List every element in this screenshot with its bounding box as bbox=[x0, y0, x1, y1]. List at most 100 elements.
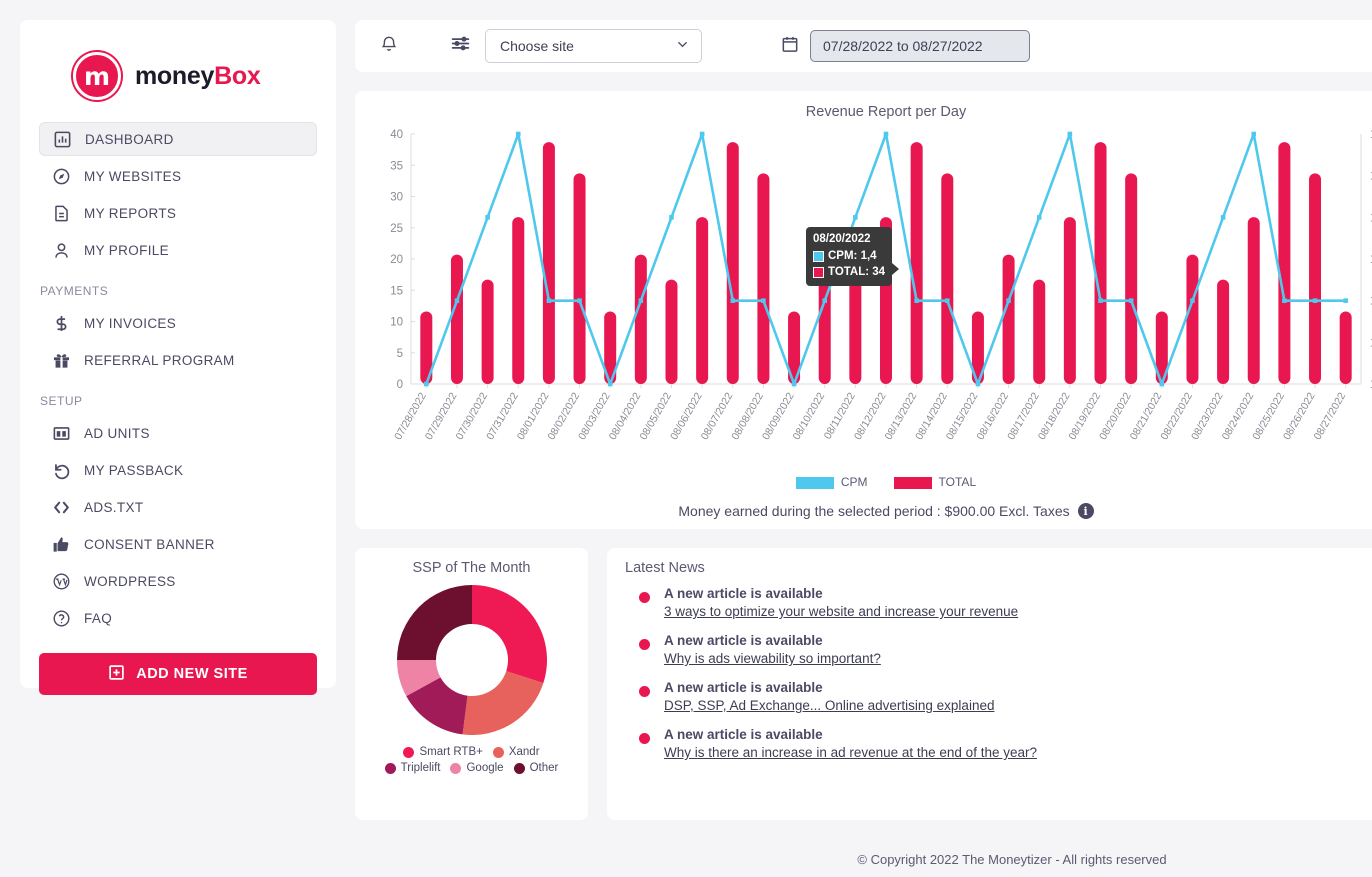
sidebar: m moneyBox DASHBOARD MY WEBSITES MY REPO… bbox=[20, 20, 336, 695]
sidebar-item-faq[interactable]: FAQ bbox=[39, 601, 317, 635]
site-select[interactable]: Choose site bbox=[485, 29, 702, 63]
notifications-button[interactable] bbox=[368, 34, 410, 59]
latest-news-title: Latest News bbox=[625, 560, 705, 576]
legend-item-cpm[interactable]: CPM bbox=[795, 475, 868, 489]
news-heading: A new article is available bbox=[664, 727, 823, 742]
sidebar-item-label: MY PASSBACK bbox=[84, 462, 184, 478]
date-range-input[interactable]: 07/28/2022 to 08/27/2022 bbox=[810, 30, 1030, 62]
brand-logo[interactable]: m moneyBox bbox=[39, 38, 317, 122]
news-bullet-icon bbox=[639, 686, 650, 697]
gift-icon bbox=[51, 350, 72, 371]
sidebar-item-my-websites[interactable]: MY WEBSITES bbox=[39, 159, 317, 193]
row-chart-and-summary: Revenue Report per Day 05101520253035401… bbox=[355, 91, 1372, 529]
add-new-site-button[interactable]: ADD NEW SITE bbox=[39, 653, 317, 695]
chart-footer-note: Money earned during the selected period … bbox=[369, 503, 1372, 519]
news-link[interactable]: Why is there an increase in ad revenue a… bbox=[664, 745, 1037, 760]
ssp-legend-item-triplelift[interactable]: Triplelift bbox=[384, 762, 440, 774]
ssp-legend-item-google[interactable]: Google bbox=[450, 762, 504, 774]
date-range-value: 07/28/2022 to 08/27/2022 bbox=[823, 38, 983, 54]
svg-text:0: 0 bbox=[397, 379, 403, 391]
ssp-chart[interactable] bbox=[365, 584, 578, 736]
news-bullet-icon bbox=[639, 733, 650, 744]
sidebar-item-label: MY WEBSITES bbox=[84, 168, 182, 184]
sidebar-item-referral-program[interactable]: REFERRAL PROGRAM bbox=[39, 343, 317, 377]
svg-text:10: 10 bbox=[390, 317, 403, 329]
legend-label-total: TOTAL bbox=[938, 475, 977, 489]
chart-title: Revenue Report per Day bbox=[805, 104, 967, 120]
sidebar-item-label: DASHBOARD bbox=[85, 131, 174, 147]
sidebar-item-my-reports[interactable]: MY REPORTS bbox=[39, 196, 317, 230]
question-circle-icon bbox=[51, 608, 72, 629]
news-heading: A new article is available bbox=[664, 586, 823, 601]
info-icon[interactable]: i bbox=[1077, 503, 1094, 519]
logo-mark: m bbox=[73, 52, 121, 100]
revenue-chart-svg: 05101520253035401,301,351,401,451,501,55… bbox=[390, 129, 1372, 442]
sidebar-item-label: MY PROFILE bbox=[84, 242, 170, 258]
ssp-legend-label-other: Other bbox=[529, 762, 559, 774]
ssp-legend-label-xandr: Xandr bbox=[508, 746, 540, 758]
latest-news-card: Latest News A new article is available 3… bbox=[607, 548, 1372, 820]
news-link[interactable]: DSP, SSP, Ad Exchange... Online advertis… bbox=[664, 698, 994, 713]
sidebar-item-my-invoices[interactable]: MY INVOICES bbox=[39, 306, 317, 340]
plus-square-icon bbox=[108, 664, 125, 685]
sidebar-item-consent-banner[interactable]: CONSENT BANNER bbox=[39, 527, 317, 561]
sidebar-item-my-passback[interactable]: MY PASSBACK bbox=[39, 453, 317, 487]
legend-item-total[interactable]: TOTAL bbox=[893, 475, 977, 489]
tooltip-swatch-total bbox=[813, 267, 824, 279]
sidebar-item-my-profile[interactable]: MY PROFILE bbox=[39, 233, 317, 267]
svg-text:40: 40 bbox=[390, 129, 403, 141]
news-bullet-icon bbox=[639, 592, 650, 603]
main-content: Choose site 07/28/2022 to 08/27/2022 Hel… bbox=[336, 0, 1372, 877]
site-select-value: Choose site bbox=[500, 38, 574, 54]
ssp-legend-swatch-triplelift bbox=[384, 762, 396, 774]
dollar-icon bbox=[51, 313, 72, 334]
sidebar-item-dashboard[interactable]: DASHBOARD bbox=[39, 122, 317, 156]
sidebar-item-label: FAQ bbox=[84, 610, 113, 626]
ssp-legend-item-xandr[interactable]: Xandr bbox=[492, 746, 540, 758]
ssp-legend-swatch-google bbox=[450, 762, 462, 774]
filter-button[interactable] bbox=[450, 33, 471, 59]
sidebar-item-ads-txt[interactable]: ADS.TXT bbox=[39, 490, 317, 524]
news-list-item: A new article is available Why is there … bbox=[625, 727, 1372, 760]
svg-text:08/27/2022: 08/27/2022 bbox=[1312, 390, 1349, 442]
news-link[interactable]: 3 ways to optimize your website and incr… bbox=[664, 604, 1018, 619]
ssp-legend-item-other[interactable]: Other bbox=[513, 762, 559, 774]
svg-text:25: 25 bbox=[390, 223, 403, 235]
ssp-legend-swatch-smart-rtb bbox=[403, 746, 415, 758]
news-bullet-icon bbox=[639, 639, 650, 650]
sidebar-item-label: WORDPRESS bbox=[84, 573, 176, 589]
chart-legend: CPM TOTAL bbox=[369, 475, 1372, 489]
ssp-legend-swatch-other bbox=[513, 762, 525, 774]
document-icon bbox=[51, 203, 72, 224]
sidebar-item-label: CONSENT BANNER bbox=[84, 536, 215, 552]
legend-label-cpm: CPM bbox=[840, 475, 868, 489]
sidebar-section-setup: SETUP bbox=[40, 394, 83, 408]
sidebar-item-label: MY INVOICES bbox=[84, 315, 177, 331]
sidebar-item-label: ADS.TXT bbox=[84, 499, 144, 515]
chart-tooltip: 08/20/2022 CPM: 1,4 TOTAL: 34 bbox=[806, 227, 900, 287]
ssp-of-the-month-card: SSP of The Month Smart RTB+ Xandr Triple… bbox=[355, 548, 588, 820]
svg-text:15: 15 bbox=[390, 285, 403, 297]
tooltip-swatch-cpm bbox=[813, 250, 824, 262]
sidebar-item-ad-units[interactable]: AD UNITS bbox=[39, 416, 317, 450]
sidebar-item-wordpress[interactable]: WORDPRESS bbox=[39, 564, 317, 598]
bell-icon bbox=[379, 34, 399, 59]
news-heading: A new article is available bbox=[664, 680, 823, 695]
filter-sliders-icon bbox=[450, 33, 471, 59]
brand-name-part2: Box bbox=[214, 61, 261, 90]
revenue-report-card: Revenue Report per Day 05101520253035401… bbox=[355, 91, 1372, 529]
compass-icon bbox=[51, 166, 72, 187]
ssp-donut-svg bbox=[396, 585, 547, 735]
revenue-chart[interactable]: 05101520253035401,301,351,401,451,501,55… bbox=[369, 126, 1372, 473]
news-link[interactable]: Why is ads viewability so important? bbox=[664, 651, 881, 666]
news-list-item: A new article is available 3 ways to opt… bbox=[625, 586, 1372, 619]
thumbs-up-icon bbox=[51, 534, 72, 555]
ssp-legend-item-smart-rtb[interactable]: Smart RTB+ bbox=[403, 746, 483, 758]
svg-text:20: 20 bbox=[390, 254, 403, 266]
sidebar-section-payments: PAYMENTS bbox=[40, 284, 109, 298]
ssp-title: SSP of The Month bbox=[412, 560, 531, 576]
calendar-button[interactable] bbox=[780, 34, 800, 59]
news-list-item: A new article is available Why is ads vi… bbox=[625, 633, 1372, 666]
undo-icon bbox=[51, 460, 72, 481]
layout-icon bbox=[51, 423, 72, 444]
